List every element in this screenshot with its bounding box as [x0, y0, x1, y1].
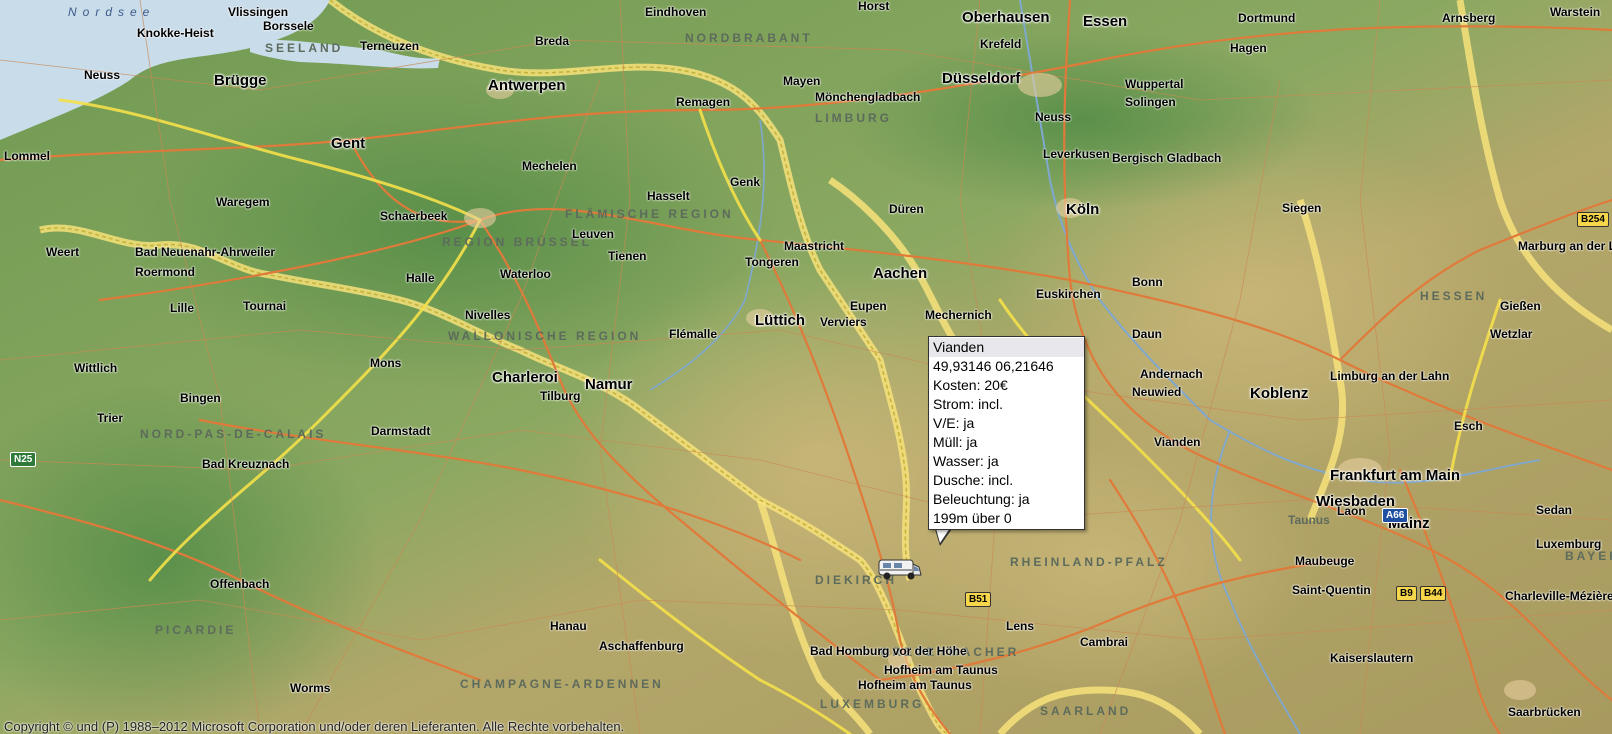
map-terrain [0, 0, 1612, 734]
popup-title: Vianden [929, 338, 1084, 357]
popup-waste: Müll: ja [933, 434, 978, 450]
popup-shower: Dusche: incl. [933, 472, 1014, 488]
popup-power: Strom: incl. [933, 396, 1004, 412]
popup-elevation: 199m über 0 [933, 510, 1012, 526]
road-shield: B51 [965, 592, 992, 607]
road-shield: B44 [1420, 586, 1447, 601]
popup-cost: Kosten: 20€ [933, 377, 1008, 393]
popup-lighting: Beleuchtung: ja [933, 491, 1030, 507]
camper-van-icon[interactable] [877, 556, 923, 582]
road-shield: B9 [1396, 586, 1417, 601]
map-copyright: Copyright © und (P) 1988–2012 Microsoft … [4, 719, 625, 734]
road-shield: A66 [1382, 508, 1409, 523]
popup-water: Wasser: ja [933, 453, 999, 469]
road-shield: N25 [10, 452, 37, 467]
road-shield: B254 [1577, 212, 1609, 227]
popup-coordinates: 49,93146 06,21646 [933, 358, 1054, 374]
location-info-popup[interactable]: Vianden 49,93146 06,21646 Kosten: 20€ St… [928, 336, 1085, 530]
map-canvas[interactable]: Nordsee SEELAND NORDBRABANT LIMBURG FLÄM… [0, 0, 1612, 734]
popup-disposal: V/E: ja [933, 415, 975, 431]
